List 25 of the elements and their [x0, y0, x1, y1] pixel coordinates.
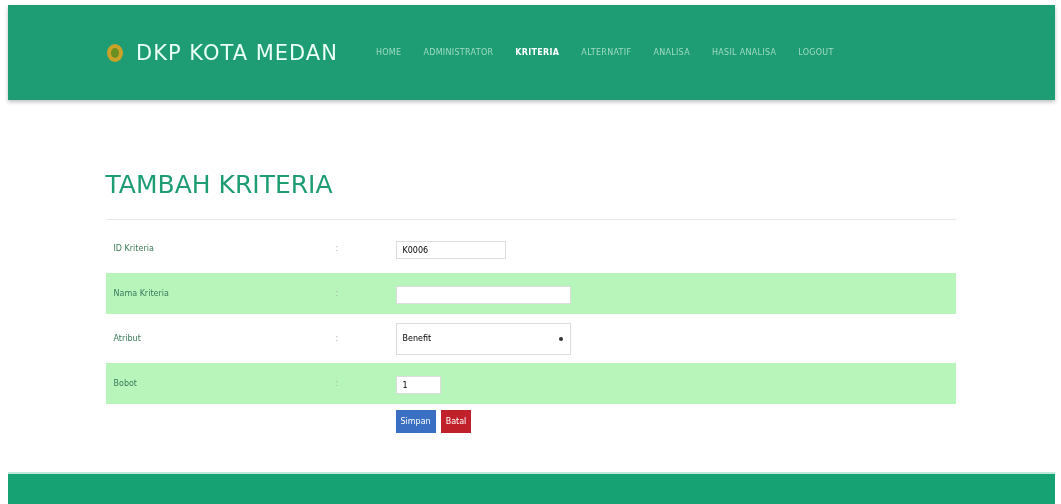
dropdown-caret-icon: [557, 335, 564, 342]
nav-link[interactable]: ALTERNATIF: [581, 48, 632, 57]
nav-link[interactable]: KRITERIA: [515, 48, 560, 57]
brand-title[interactable]: DKP KOTA MEDAN: [136, 40, 338, 65]
text-input-field[interactable]: K0006: [395, 241, 506, 260]
text-input-field[interactable]: [395, 286, 571, 305]
colon-separator: :: [335, 289, 340, 298]
page-title: TAMBAH KRITERIA: [105, 170, 334, 199]
dropdown-select[interactable]: Benefit: [395, 322, 571, 355]
field-label: Atribut: [113, 334, 142, 343]
form-button[interactable]: Simpan: [395, 410, 436, 433]
nav-link[interactable]: LOGOUT: [798, 48, 834, 57]
colon-separator: :: [335, 244, 340, 253]
field-label: Nama Kriteria: [113, 289, 170, 298]
colon-separator: :: [335, 334, 340, 343]
colon-separator: :: [335, 379, 340, 388]
emblem-icon: [106, 42, 124, 63]
field-label: ID Kriteria: [113, 244, 155, 253]
form-button[interactable]: Batal: [440, 410, 472, 433]
nav-link[interactable]: HASIL ANALISA: [711, 48, 777, 57]
nav-link[interactable]: ANALISA: [653, 48, 690, 57]
text-input-field[interactable]: 1: [395, 376, 441, 395]
field-label: Bobot: [113, 379, 138, 388]
nav-link[interactable]: HOME: [375, 48, 402, 57]
nav-link[interactable]: ADMINISTRATOR: [423, 48, 494, 57]
